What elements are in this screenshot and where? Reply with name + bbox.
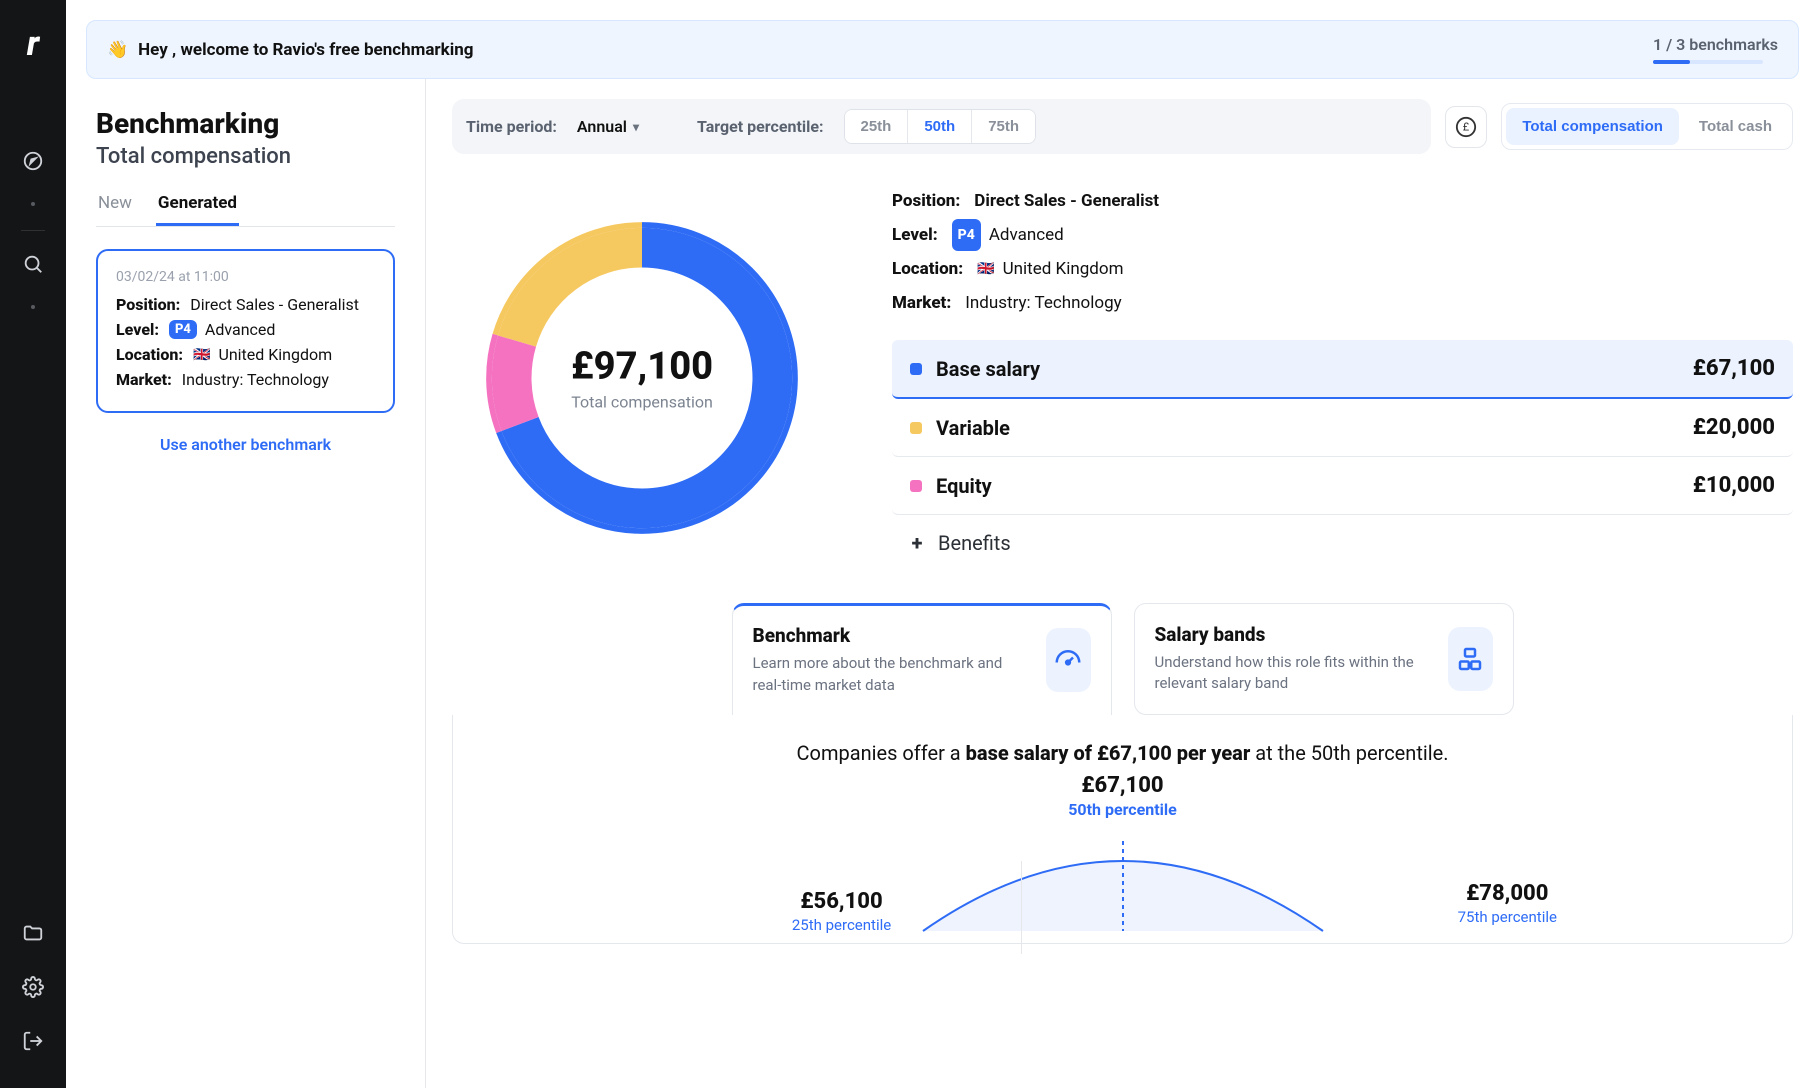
breakdown-equity[interactable]: Equity £10,000 xyxy=(892,457,1793,515)
left-tabs: New Generated xyxy=(96,193,395,227)
nav-compass-icon[interactable] xyxy=(16,144,50,178)
banner-text: Hey , welcome to Ravio's free benchmarki… xyxy=(138,40,473,60)
nav-settings-icon[interactable] xyxy=(16,970,50,1004)
dist-p25-value: £56,100 xyxy=(692,889,991,914)
level-value: Advanced xyxy=(989,218,1064,252)
card-position-label: Position: xyxy=(116,295,180,314)
card-timestamp: 03/02/24 at 11:00 xyxy=(116,269,375,285)
donut-chart: £97,100 Total compensation xyxy=(452,184,832,571)
logo: r xyxy=(27,24,39,64)
breakdown-base-value: £67,100 xyxy=(1693,356,1775,381)
card-location-value: United Kingdom xyxy=(218,345,332,364)
percentile-75[interactable]: 75th xyxy=(971,110,1035,143)
dist-p50-label: 50th percentile xyxy=(483,800,1762,819)
breakdown-add-benefits[interactable]: + Benefits xyxy=(892,515,1793,571)
nav-dot xyxy=(31,305,35,309)
nav-dot xyxy=(31,202,35,206)
comp-breakdown: Base salary £67,100 Variable £20,000 xyxy=(892,340,1793,571)
lower-tabs: Benchmark Learn more about the benchmark… xyxy=(452,603,1793,715)
location-value: United Kingdom xyxy=(1003,252,1124,286)
level-label: Level: xyxy=(892,218,938,252)
market-label: Market: xyxy=(892,286,951,320)
swatch-equity xyxy=(910,480,922,492)
breakdown-base-label: Base salary xyxy=(936,357,1040,381)
card-market-label: Market: xyxy=(116,370,172,389)
toolbar: Time period: Annual ▾ Target percentile:… xyxy=(452,99,1793,154)
tab-bands-desc: Understand how this role fits within the… xyxy=(1155,652,1432,696)
nav-folder-icon[interactable] xyxy=(16,916,50,950)
donut-total-label: Total compensation xyxy=(571,392,713,411)
use-another-benchmark-link[interactable]: Use another benchmark xyxy=(96,435,395,454)
overview: £97,100 Total compensation Position: Dir… xyxy=(452,184,1793,571)
breakdown-equity-value: £10,000 xyxy=(1693,473,1775,498)
market-value: Industry: Technology xyxy=(965,286,1121,320)
location-label: Location: xyxy=(892,252,963,286)
plus-icon: + xyxy=(910,531,924,555)
breakdown-variable-value: £20,000 xyxy=(1693,415,1775,440)
uk-flag-icon: 🇬🇧 xyxy=(193,347,210,363)
time-period-dropdown[interactable]: Annual ▾ xyxy=(577,117,639,136)
swatch-variable xyxy=(910,422,922,434)
nav-separator xyxy=(21,230,45,231)
distribution-chart: £67,100 50th percentile £56,100 25th per… xyxy=(483,773,1762,943)
tab-benchmark-desc: Learn more about the benchmark and real-… xyxy=(753,653,1030,697)
tab-bands-title: Salary bands xyxy=(1155,623,1432,646)
page-subtitle: Total compensation xyxy=(96,144,395,169)
chevron-down-icon: ▾ xyxy=(633,120,639,134)
nav-logout-icon[interactable] xyxy=(16,1024,50,1058)
uk-flag-icon: 🇬🇧 xyxy=(977,255,994,283)
tab-benchmark-title: Benchmark xyxy=(753,624,1030,647)
card-market-value: Industry: Technology xyxy=(182,370,329,389)
tab-generated[interactable]: Generated xyxy=(156,193,239,226)
breakdown-variable[interactable]: Variable £20,000 xyxy=(892,399,1793,457)
content-area: Time period: Annual ▾ Target percentile:… xyxy=(426,79,1819,1088)
benchmarks-progress xyxy=(1653,60,1763,64)
dist-p25-label: 25th percentile xyxy=(692,916,991,934)
donut-total-value: £97,100 xyxy=(571,344,713,388)
bands-icon xyxy=(1448,627,1493,691)
swatch-base xyxy=(910,363,922,375)
details-panel: Position: Direct Sales - Generalist Leve… xyxy=(892,184,1793,571)
level-badge: P4 xyxy=(952,219,981,251)
percentile-label: Target percentile: xyxy=(697,117,824,136)
card-position-value: Direct Sales - Generalist xyxy=(190,295,359,314)
benchmark-panel: Companies offer a base salary of £67,100… xyxy=(452,715,1793,944)
card-level-label: Level: xyxy=(116,320,159,339)
breakdown-equity-label: Equity xyxy=(936,474,992,498)
dist-p50-value: £67,100 xyxy=(483,773,1762,798)
breakdown-base-salary[interactable]: Base salary £67,100 xyxy=(892,340,1793,399)
position-label: Position: xyxy=(892,184,960,218)
percentile-25[interactable]: 25th xyxy=(845,110,908,143)
left-panel: Benchmarking Total compensation New Gene… xyxy=(66,79,426,1088)
view-toggle: Total compensation Total cash xyxy=(1501,103,1793,150)
card-location-label: Location: xyxy=(116,345,183,364)
card-level-badge: P4 xyxy=(169,320,197,339)
breakdown-benefits-label: Benefits xyxy=(938,531,1011,555)
benchmark-card[interactable]: 03/02/24 at 11:00 Position: Direct Sales… xyxy=(96,249,395,413)
benchmarks-count: 1 / 3 benchmarks xyxy=(1653,35,1778,54)
percentile-segmented: 25th 50th 75th xyxy=(844,109,1037,144)
tab-benchmark[interactable]: Benchmark Learn more about the benchmark… xyxy=(732,603,1112,715)
benchmark-sentence: Companies offer a base salary of £67,100… xyxy=(483,741,1762,765)
card-level-value: Advanced xyxy=(205,320,276,339)
view-total-cash[interactable]: Total cash xyxy=(1683,108,1788,145)
position-value: Direct Sales - Generalist xyxy=(974,184,1159,218)
tab-new[interactable]: New xyxy=(96,193,134,226)
tab-salary-bands[interactable]: Salary bands Understand how this role fi… xyxy=(1134,603,1514,715)
dist-p75-value: £78,000 xyxy=(1458,881,1557,906)
page-title: Benchmarking xyxy=(96,107,395,140)
percentile-50[interactable]: 50th xyxy=(907,110,971,143)
gauge-icon xyxy=(1046,628,1091,692)
welcome-banner: 👋 Hey , welcome to Ravio's free benchmar… xyxy=(86,20,1799,79)
breakdown-variable-label: Variable xyxy=(936,416,1010,440)
view-total-compensation[interactable]: Total compensation xyxy=(1506,108,1679,145)
currency-button[interactable]: £ xyxy=(1445,106,1487,148)
nav-search-icon[interactable] xyxy=(16,247,50,281)
dist-p75-label: 75th percentile xyxy=(1458,908,1557,926)
time-period-label: Time period: xyxy=(466,117,557,136)
svg-text:£: £ xyxy=(1463,120,1470,133)
app-nav-rail: r xyxy=(0,0,66,1088)
wave-icon: 👋 xyxy=(107,40,128,60)
